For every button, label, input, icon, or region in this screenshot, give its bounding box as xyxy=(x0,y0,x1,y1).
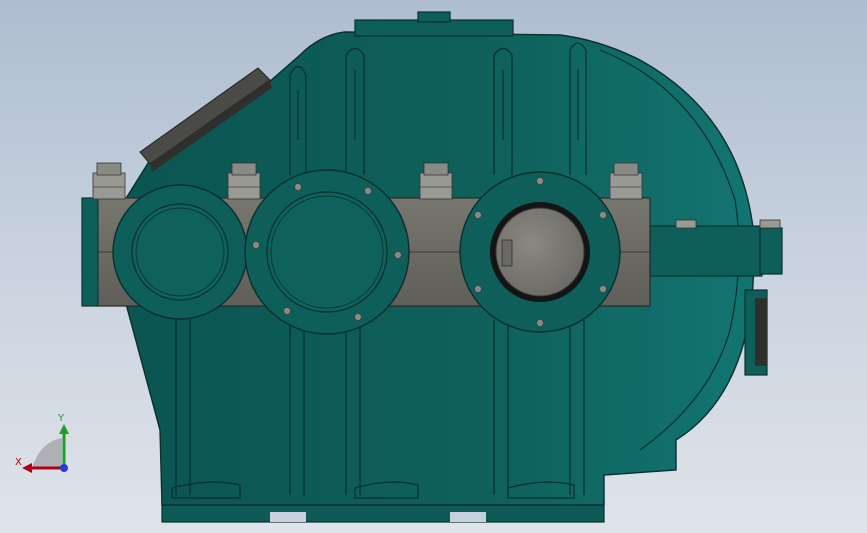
bearing-cap-left xyxy=(112,184,248,320)
top-cover xyxy=(354,11,514,37)
x-axis-label: X xyxy=(15,457,22,468)
z-axis-dot xyxy=(60,464,68,472)
output-boss xyxy=(649,219,783,277)
x-axis-arrowhead xyxy=(22,463,32,473)
y-axis-label: Y xyxy=(58,413,65,424)
gearbox-model[interactable] xyxy=(0,0,867,533)
axis-triad xyxy=(10,410,80,480)
bearing-cap-middle xyxy=(244,169,410,335)
y-axis-arrowhead xyxy=(59,424,69,434)
cad-viewport[interactable]: Y X xyxy=(0,0,867,533)
side-bracket xyxy=(744,289,768,376)
bearing-cap-output xyxy=(459,171,621,333)
triad-plane xyxy=(32,438,62,468)
